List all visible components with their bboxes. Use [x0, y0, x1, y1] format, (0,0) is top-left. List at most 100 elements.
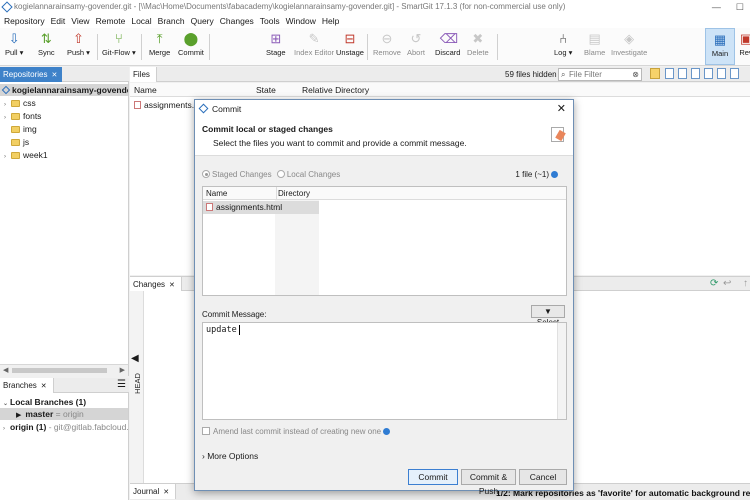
investigate-icon: ◈: [624, 31, 635, 46]
close-icon[interactable]: ✕: [169, 282, 175, 289]
close-icon[interactable]: ✕: [163, 489, 169, 496]
sync-button[interactable]: ⇅ Sync: [38, 31, 55, 57]
show-options-icon[interactable]: [730, 68, 739, 79]
show-flat-view-icon[interactable]: [717, 68, 726, 79]
cancel-button[interactable]: Cancel: [519, 469, 567, 485]
tab-files[interactable]: Files: [130, 67, 157, 82]
commit-file-table: Name Directory assignments.html .: [202, 186, 567, 296]
hamburger-menu-icon[interactable]: ☰: [117, 379, 126, 390]
scroll-right-icon[interactable]: ▶: [120, 365, 125, 377]
info-icon[interactable]: [383, 428, 391, 435]
info-icon[interactable]: [551, 171, 558, 178]
menu-edit[interactable]: Edit: [47, 14, 68, 28]
table-row[interactable]: assignments.html .: [203, 201, 319, 214]
discard-button[interactable]: ⌫ Discard: [435, 31, 460, 57]
triangle-left-icon[interactable]: ◀: [131, 353, 139, 364]
commit-toolbar-button[interactable]: ⬤ Commit: [178, 31, 204, 57]
commit-message-input[interactable]: update: [202, 322, 567, 420]
abort-button[interactable]: ↺ Abort: [407, 31, 425, 57]
remote-origin-node[interactable]: ›origin (1) - git@gitlab.fabcloud.org:z: [0, 421, 128, 435]
refresh-icon[interactable]: ⟳: [710, 278, 718, 289]
remove-button[interactable]: ⊖ Remove: [373, 31, 401, 57]
clear-filter-icon[interactable]: ⊗: [632, 69, 639, 80]
chevron-right-icon[interactable]: ›: [3, 423, 10, 435]
show-ignored-icon[interactable]: [678, 68, 687, 79]
commit-button[interactable]: Commit: [408, 469, 458, 485]
checkbox-icon: [202, 427, 210, 435]
minimize-icon[interactable]: —: [712, 2, 721, 12]
close-icon[interactable]: ✕: [41, 383, 47, 390]
menu-view[interactable]: View: [67, 14, 91, 28]
more-options-toggle[interactable]: › More Options: [202, 451, 258, 461]
branch-master[interactable]: ▶ master = origin: [0, 408, 128, 420]
maximize-icon[interactable]: ☐: [736, 2, 744, 12]
menu-tools[interactable]: Tools: [256, 14, 282, 28]
commit-message-label: Commit Message:: [202, 310, 267, 319]
close-icon[interactable]: ✕: [557, 100, 566, 118]
index-editor-button[interactable]: ✎ Index Editor: [294, 31, 334, 57]
tree-folder-js[interactable]: js: [0, 136, 29, 148]
investigate-button[interactable]: ◈ Investigate: [611, 31, 647, 57]
menu-changes[interactable]: Changes: [216, 14, 256, 28]
review-perspective-button[interactable]: ▣Rev: [738, 31, 750, 57]
menu-repository[interactable]: Repository: [0, 14, 47, 28]
chevron-right-icon[interactable]: ›: [4, 151, 11, 163]
menu-local[interactable]: Local: [127, 14, 153, 28]
tab-journal[interactable]: Journal ✕: [130, 484, 177, 499]
gitflow-button[interactable]: ⑂ Git-Flow ▾: [102, 31, 136, 57]
column-directory[interactable]: Directory: [276, 187, 310, 200]
column-name[interactable]: Name: [134, 83, 157, 97]
menu-remote[interactable]: Remote: [92, 14, 128, 28]
pull-button[interactable]: ⇩ Pull ▾: [5, 31, 23, 57]
show-unchanged-icon[interactable]: [665, 68, 674, 79]
push-button[interactable]: ⇧ Push ▾: [67, 31, 90, 57]
menu-help[interactable]: Help: [318, 14, 341, 28]
head-gutter: ◀ HEAD: [130, 291, 144, 483]
scrollbar-thumb[interactable]: [12, 368, 107, 373]
arrow-up-icon[interactable]: ↑: [743, 278, 748, 289]
dialog-subheading: Select the files you want to commit and …: [213, 138, 467, 148]
close-icon[interactable]: ✕: [51, 72, 57, 79]
main-perspective-button[interactable]: ▦ Main: [705, 28, 735, 65]
local-branches-node[interactable]: ⌄ Local Branches (1): [0, 396, 86, 408]
menu-query[interactable]: Query: [187, 14, 216, 28]
scroll-left-icon[interactable]: ◀: [3, 365, 8, 377]
show-untracked-icon[interactable]: [650, 68, 660, 79]
tree-folder-css[interactable]: › css: [0, 97, 36, 109]
main-perspective-icon: ▦: [713, 32, 727, 47]
message-scrollbar[interactable]: [557, 323, 566, 419]
radio-staged-changes[interactable]: Staged Changes: [202, 170, 272, 179]
commit-and-push-button[interactable]: Commit & Push: [461, 469, 516, 496]
dialog-header: Commit local or staged changes Select th…: [195, 118, 573, 156]
tab-branches[interactable]: Branches ✕: [0, 378, 54, 393]
window-controls[interactable]: — ☐: [712, 0, 744, 14]
radio-icon: [202, 170, 210, 178]
tree-folder-fonts[interactable]: › fonts: [0, 110, 41, 122]
stage-button[interactable]: ⊞ Stage: [266, 31, 286, 57]
tree-folder-week1[interactable]: › week1: [0, 149, 48, 161]
delete-button[interactable]: ✖ Delete: [467, 31, 489, 57]
merge-button[interactable]: ⤒ Merge: [149, 31, 170, 57]
show-assumed-unchanged-icon[interactable]: [704, 68, 713, 79]
file-filter-input[interactable]: ⌕ File Filter ⊗: [558, 68, 642, 81]
tab-repositories[interactable]: Repositories ✕: [0, 67, 63, 82]
show-staged-icon[interactable]: [691, 68, 700, 79]
select-message-button[interactable]: ▼ Select: [531, 305, 565, 327]
menu-window[interactable]: Window: [282, 14, 318, 28]
tab-changes[interactable]: Changes ✕: [130, 277, 182, 292]
repository-tree: kogielannarainsamy-govender.g › css › font…: [0, 82, 129, 364]
unstage-button[interactable]: ⊟ Unstage: [336, 31, 364, 57]
repository-root[interactable]: kogielannarainsamy-govender.g: [0, 84, 128, 96]
column-relative-directory[interactable]: Relative Directory: [302, 83, 369, 97]
smartgit-logo-icon: [1, 1, 13, 13]
blame-button[interactable]: ▤ Blame: [584, 31, 605, 57]
log-button[interactable]: ⑃ Log ▾: [554, 31, 572, 57]
radio-local-changes[interactable]: Local Changes: [276, 170, 340, 179]
menu-branch[interactable]: Branch: [154, 14, 187, 28]
amend-checkbox[interactable]: Amend last commit instead of creating ne…: [202, 427, 391, 436]
column-name[interactable]: Name: [206, 187, 227, 200]
undo-icon[interactable]: ↩: [723, 278, 731, 289]
column-state[interactable]: State: [256, 83, 276, 97]
repository-horizontal-scrollbar[interactable]: ◀ ▶: [0, 364, 129, 376]
tree-folder-img[interactable]: img: [0, 123, 37, 135]
